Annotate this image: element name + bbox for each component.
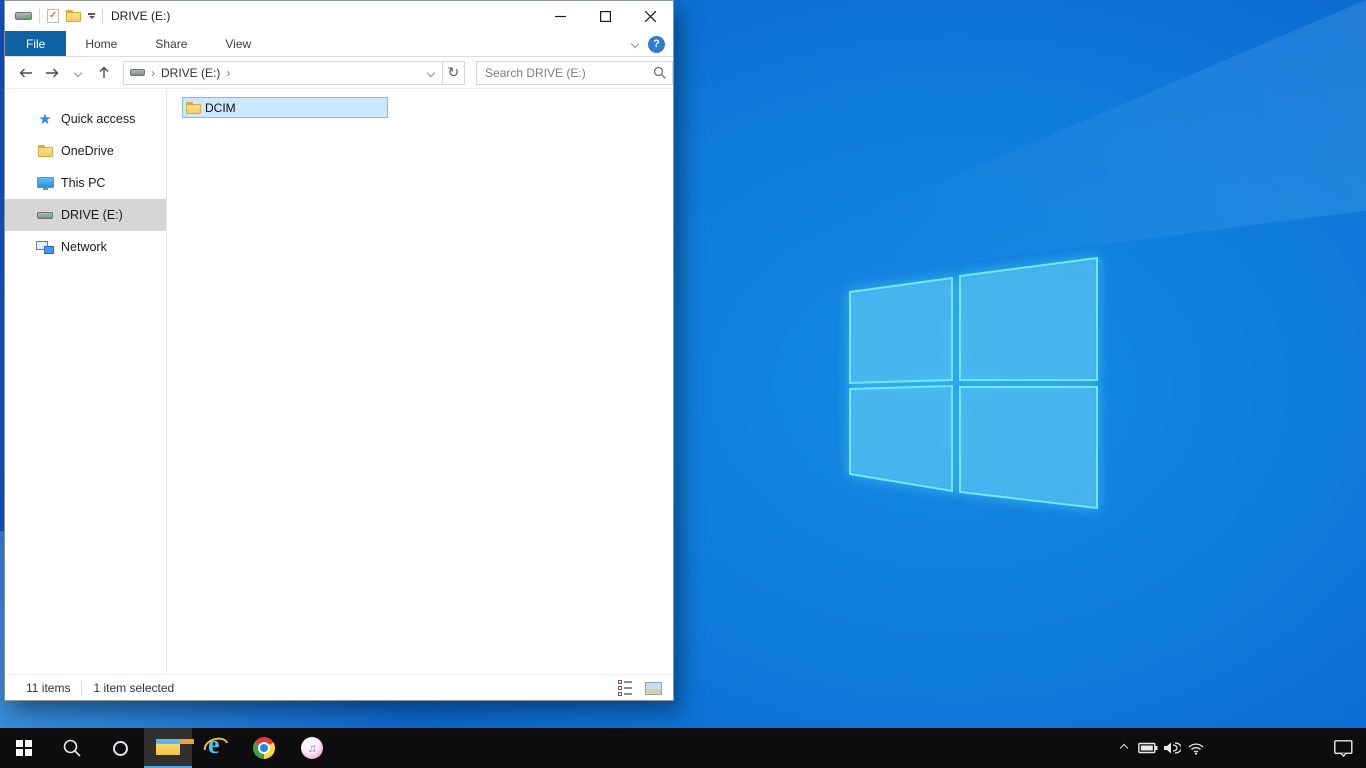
chrome-icon <box>253 737 275 759</box>
windows-logo-icon <box>16 740 32 756</box>
search-box[interactable] <box>476 60 673 85</box>
tab-file[interactable]: File <box>5 31 67 56</box>
sidebar-item-label: Network <box>61 240 107 254</box>
quick-access-toolbar <box>15 9 103 23</box>
tab-view[interactable]: View <box>206 31 270 56</box>
separator <box>81 680 83 695</box>
folder-icon <box>37 145 53 157</box>
taskbar-internet-explorer-button[interactable]: e <box>192 728 240 768</box>
large-icons-view-button[interactable] <box>643 678 663 698</box>
tray-expand-button[interactable] <box>1112 728 1136 768</box>
tab-home[interactable]: Home <box>66 31 136 56</box>
recent-locations-chevron-icon[interactable] <box>67 61 89 85</box>
folder-icon <box>186 101 201 114</box>
tab-share[interactable]: Share <box>136 31 206 56</box>
sidebar-item-drive-e[interactable]: DRIVE (E:) <box>5 199 166 231</box>
navigation-bar: › DRIVE (E:) › ↻ <box>5 57 673 89</box>
title-bar[interactable]: DRIVE (E:) <box>5 1 673 31</box>
customize-toolbar-chevron-icon[interactable] <box>88 13 95 19</box>
sidebar-item-network[interactable]: Network <box>5 231 166 263</box>
caption-buttons <box>538 1 673 31</box>
address-dropdown-chevron-icon[interactable] <box>420 62 442 84</box>
wifi-icon[interactable] <box>1184 728 1208 768</box>
action-center-icon <box>1334 739 1353 757</box>
status-bar: 11 items 1 item selected <box>5 674 673 700</box>
ribbon-tabs: File Home Share View ? <box>5 31 673 57</box>
refresh-button[interactable]: ↻ <box>442 60 466 85</box>
collapse-ribbon-chevron-icon[interactable] <box>630 39 640 49</box>
breadcrumb-chevron-icon[interactable]: › <box>224 66 232 80</box>
computer-icon <box>36 176 54 190</box>
search-input[interactable] <box>483 64 653 81</box>
start-button[interactable] <box>0 728 48 768</box>
new-folder-icon[interactable] <box>66 10 81 22</box>
taskbar-itunes-button[interactable]: ♫ <box>288 728 336 768</box>
taskbar-file-explorer-button[interactable] <box>144 728 194 768</box>
close-button[interactable] <box>628 1 673 31</box>
file-list[interactable]: DCIM <box>167 90 673 674</box>
file-item-label: DCIM <box>205 100 236 115</box>
details-view-button[interactable] <box>615 678 635 698</box>
window-title: DRIVE (E:) <box>111 9 171 23</box>
breadcrumb-chevron-icon[interactable]: › <box>149 66 157 80</box>
network-icon <box>36 240 54 254</box>
back-button[interactable] <box>15 61 37 85</box>
search-icon <box>653 66 666 79</box>
separator <box>39 9 40 23</box>
system-tray <box>1112 728 1208 768</box>
minimize-button[interactable] <box>538 1 583 31</box>
address-bar[interactable]: › DRIVE (E:) › <box>123 60 443 85</box>
details-view-icon <box>618 680 632 696</box>
window-drive-icon <box>15 12 32 20</box>
file-item-dcim-selected[interactable]: DCIM <box>182 97 388 118</box>
item-count: 11 items <box>26 680 71 695</box>
forward-button[interactable] <box>41 61 63 85</box>
file-explorer-icon <box>156 738 194 758</box>
file-explorer-window: DRIVE (E:) File Home Share View ? <box>4 0 674 701</box>
sidebar-item-label: This PC <box>61 176 106 190</box>
cortana-button[interactable] <box>96 728 144 768</box>
sidebar-item-label: DRIVE (E:) <box>61 208 123 222</box>
taskbar: e ♫ <box>0 728 1366 768</box>
internet-explorer-icon: e <box>203 732 229 761</box>
sidebar-item-label: OneDrive <box>61 144 114 158</box>
help-icon[interactable]: ? <box>648 35 665 53</box>
separator <box>102 9 103 23</box>
battery-icon[interactable] <box>1136 728 1160 768</box>
action-center-button[interactable] <box>1321 728 1366 768</box>
selection-count: 1 item selected <box>93 680 175 695</box>
sidebar-item-label: Quick access <box>61 112 136 126</box>
itunes-icon: ♫ <box>301 737 323 759</box>
properties-icon[interactable] <box>47 9 59 23</box>
up-button[interactable] <box>93 61 115 85</box>
cortana-ring-icon <box>112 740 128 756</box>
address-drive-icon[interactable] <box>130 69 145 76</box>
search-icon <box>63 739 81 757</box>
thumbnail-view-icon <box>644 681 662 695</box>
taskbar-chrome-button[interactable] <box>240 728 288 768</box>
taskbar-search-button[interactable] <box>48 728 96 768</box>
volume-icon[interactable] <box>1160 728 1184 768</box>
sidebar-item-quick-access[interactable]: ★ Quick access <box>5 103 166 135</box>
sidebar-item-onedrive[interactable]: OneDrive <box>5 135 166 167</box>
navigation-pane: ★ Quick access OneDrive This PC DRIVE (E… <box>5 90 167 674</box>
breadcrumb-drive[interactable]: DRIVE (E:) <box>161 66 220 80</box>
quick-access-star-icon: ★ <box>38 110 52 128</box>
sidebar-item-this-pc[interactable]: This PC <box>5 167 166 199</box>
maximize-button[interactable] <box>583 1 628 31</box>
drive-icon <box>37 211 53 219</box>
